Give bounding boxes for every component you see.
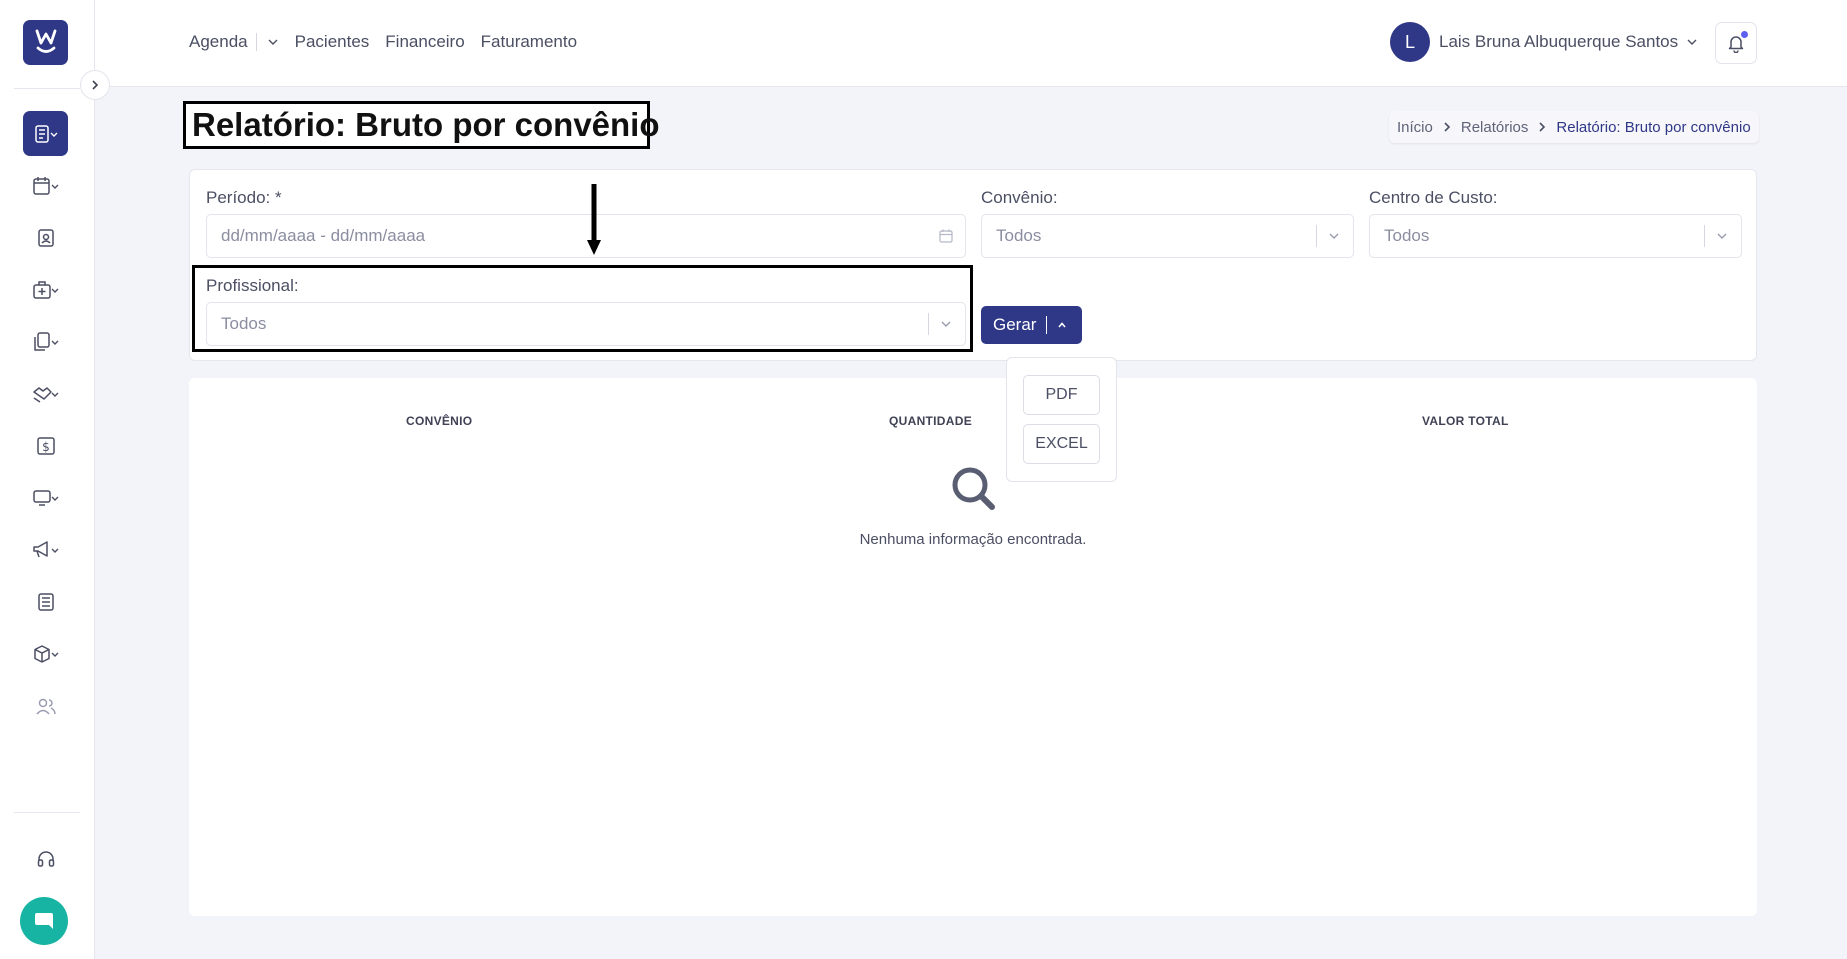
support-button[interactable] bbox=[23, 836, 68, 881]
notifications-button[interactable] bbox=[1715, 22, 1757, 64]
nav-divider bbox=[255, 33, 257, 51]
chevron-right-icon bbox=[92, 80, 99, 90]
user-menu-chevron bbox=[1686, 37, 1698, 47]
convenio-select[interactable]: Todos bbox=[981, 214, 1354, 258]
chevron-right-icon bbox=[1539, 122, 1546, 132]
gerar-dropdown-menu: PDF EXCEL bbox=[1006, 357, 1117, 482]
periodo-label: Período: * bbox=[206, 188, 282, 207]
centro-custo-label: Centro de Custo: bbox=[1369, 188, 1498, 207]
calendar-icon bbox=[939, 229, 953, 243]
annotation-arrow-icon bbox=[587, 184, 601, 255]
sidebar-item-users[interactable] bbox=[23, 683, 68, 728]
breadcrumb-separator bbox=[1538, 121, 1546, 133]
sidebar-item-monitor[interactable] bbox=[23, 475, 68, 520]
sidebar-item-patients[interactable] bbox=[23, 215, 68, 260]
chevron-down-icon bbox=[1327, 231, 1341, 241]
convenio-label: Convênio: bbox=[981, 188, 1058, 207]
column-header-valor-total: VALOR TOTAL bbox=[1422, 414, 1509, 428]
users-icon bbox=[35, 698, 56, 715]
results-table: CONVÊNIO QUANTIDADE VALOR TOTAL Nenhuma … bbox=[189, 378, 1757, 916]
medical-case-icon bbox=[32, 280, 58, 299]
chevron-up-icon bbox=[1058, 322, 1067, 328]
sidebar-item-reports[interactable] bbox=[23, 111, 68, 156]
top-navigation: Agenda Pacientes Financeiro Faturamento bbox=[189, 32, 593, 52]
sidebar-item-financial[interactable]: $ bbox=[23, 423, 68, 468]
box-icon bbox=[33, 644, 58, 663]
export-pdf-option[interactable]: PDF bbox=[1023, 375, 1100, 415]
notification-dot bbox=[1740, 30, 1749, 39]
gerar-button[interactable]: Gerar bbox=[981, 306, 1082, 344]
chat-icon bbox=[35, 913, 53, 929]
sidebar-item-agreements[interactable] bbox=[23, 371, 68, 416]
chevron-down-icon bbox=[1715, 231, 1729, 241]
avatar: L bbox=[1390, 22, 1430, 62]
user-name: Lais Bruna Albuquerque Santos bbox=[1439, 32, 1679, 51]
handshake-icon bbox=[32, 386, 58, 403]
breadcrumb-reports[interactable]: Relatórios bbox=[1461, 119, 1529, 136]
sidebar-item-documents[interactable] bbox=[23, 319, 68, 364]
chevron-down-icon bbox=[1687, 39, 1697, 45]
dollar-icon: $ bbox=[36, 436, 55, 455]
sidebar-divider bbox=[14, 88, 80, 89]
centro-custo-selected: Todos bbox=[1384, 226, 1430, 245]
megaphone-icon bbox=[32, 540, 58, 557]
documents-icon bbox=[33, 331, 58, 351]
chevron-down-icon bbox=[268, 39, 278, 45]
nav-faturamento[interactable]: Faturamento bbox=[481, 32, 577, 52]
chevron-right-icon bbox=[1444, 122, 1450, 132]
periodo-placeholder: dd/mm/aaaa - dd/mm/aaaa bbox=[221, 226, 426, 245]
top-bar: Agenda Pacientes Financeiro Faturamento … bbox=[95, 0, 1847, 87]
sidebar-collapse-toggle[interactable] bbox=[80, 70, 110, 100]
breadcrumb-separator bbox=[1443, 121, 1451, 133]
logo-icon bbox=[35, 29, 56, 53]
nav-pacientes[interactable]: Pacientes bbox=[295, 32, 370, 52]
monitor-icon bbox=[32, 489, 58, 506]
breadcrumb: Início Relatórios Relatório: Bruto por c… bbox=[1389, 111, 1759, 143]
breadcrumb-current: Relatório: Bruto por convênio bbox=[1556, 118, 1751, 136]
page-title: Relatório: Bruto por convênio bbox=[183, 101, 660, 149]
nav-financeiro[interactable]: Financeiro bbox=[385, 32, 464, 52]
nav-agenda-dropdown[interactable] bbox=[267, 37, 279, 47]
app-logo[interactable] bbox=[23, 20, 68, 65]
select-divider bbox=[1316, 225, 1317, 247]
breadcrumb-home[interactable]: Início bbox=[1397, 119, 1433, 136]
column-header-quantidade: QUANTIDADE bbox=[889, 414, 972, 428]
highlight-box bbox=[192, 265, 973, 352]
sidebar-divider-bottom bbox=[14, 812, 80, 813]
svg-text:$: $ bbox=[42, 440, 50, 454]
periodo-date-range-input[interactable]: dd/mm/aaaa - dd/mm/aaaa bbox=[206, 214, 966, 258]
sidebar-item-marketing[interactable] bbox=[23, 527, 68, 572]
export-excel-option[interactable]: EXCEL bbox=[1023, 424, 1100, 464]
gerar-label: Gerar bbox=[993, 315, 1037, 334]
newspaper-icon bbox=[37, 592, 54, 611]
search-icon bbox=[952, 467, 995, 510]
sidebar-item-inventory[interactable] bbox=[23, 631, 68, 676]
nav-agenda[interactable]: Agenda bbox=[189, 32, 248, 52]
empty-state-message: Nenhuma informação encontrada. bbox=[859, 531, 1087, 548]
patient-badge-icon bbox=[37, 228, 54, 247]
column-header-convenio: CONVÊNIO bbox=[406, 414, 473, 428]
sidebar: $ bbox=[0, 0, 95, 959]
sidebar-item-news[interactable] bbox=[23, 579, 68, 624]
centro-custo-select[interactable]: Todos bbox=[1369, 214, 1742, 258]
gerar-divider bbox=[1046, 316, 1048, 334]
headset-icon bbox=[37, 850, 54, 867]
chat-button[interactable] bbox=[20, 897, 68, 945]
calendar-icon bbox=[32, 176, 58, 195]
select-divider bbox=[1704, 225, 1705, 247]
report-icon bbox=[34, 124, 57, 143]
sidebar-item-calendar[interactable] bbox=[23, 163, 68, 208]
convenio-selected: Todos bbox=[996, 226, 1042, 245]
sidebar-item-medical[interactable] bbox=[23, 267, 68, 312]
user-menu[interactable]: L Lais Bruna Albuquerque Santos bbox=[1390, 22, 1698, 62]
